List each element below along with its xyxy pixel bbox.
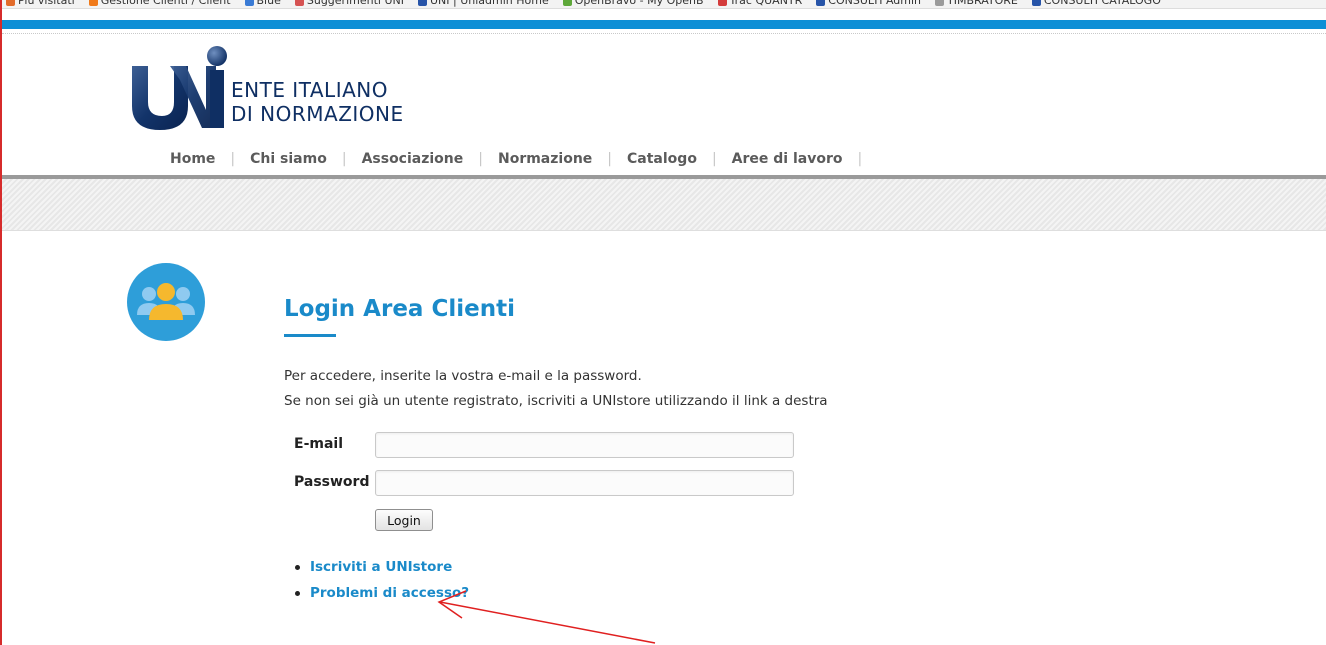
nav-item-normazione[interactable]: Normazione [498, 151, 592, 167]
link-register-label: Iscriviti a UNIstore [310, 559, 453, 575]
top-divider [2, 33, 1326, 34]
bullet [295, 591, 300, 596]
login-links: Iscriviti a UNIstore Problemi di accesso… [295, 556, 469, 608]
logo-text: ENTE ITALIANO DI NORMAZIONE [231, 78, 404, 126]
bookmark-icon [816, 0, 826, 6]
bookmark-label: Gestione Clienti / Client [100, 0, 231, 7]
nav-item-home[interactable]: Home [170, 151, 215, 167]
bookmarks-bar: Più visitati Gestione Clienti / Client Blu… [2, 0, 1326, 9]
bookmark-item[interactable]: Trac QUANTR [717, 0, 803, 7]
page-title: Login Area Clienti [284, 296, 515, 322]
site-top-bar [2, 20, 1326, 29]
email-label: E-mail [294, 436, 344, 452]
header-pattern-band [2, 179, 1326, 231]
nav-separator: | [607, 151, 613, 167]
nav-item-associazione[interactable]: Associazione [362, 151, 464, 167]
password-input[interactable] [375, 470, 794, 496]
email-input[interactable] [375, 432, 794, 458]
bookmark-item[interactable]: CONSULTI CATALOGO [1031, 0, 1161, 7]
bookmark-icon [562, 0, 572, 6]
link-access-problems-label: Problemi di accesso? [310, 585, 470, 601]
bookmark-label: UNI | Uniadmin Home [429, 0, 549, 7]
nav-separator: | [230, 151, 236, 167]
login-button[interactable]: Login [375, 509, 433, 531]
users-icon [127, 263, 205, 341]
bookmark-item[interactable]: Suggerimenti UNI [294, 0, 404, 7]
bookmark-item[interactable]: TIMBRATORE [935, 0, 1018, 7]
link-register[interactable]: Iscriviti a UNIstore [295, 556, 469, 582]
bookmark-icon [88, 0, 98, 6]
logo-line-2: DI NORMAZIONE [231, 102, 404, 126]
nav-separator: | [711, 151, 717, 167]
bookmark-icon [244, 0, 254, 6]
bookmark-icon [417, 0, 427, 6]
bookmark-label: CONSULTI CATALOGO [1043, 0, 1161, 7]
bookmark-item[interactable]: UNI | Uniadmin Home [417, 0, 549, 7]
link-access-problems[interactable]: Problemi di accesso? [295, 582, 469, 608]
bookmark-label: Blue [256, 0, 281, 7]
bookmark-item[interactable]: OpenBravo - My OpenB [562, 0, 704, 7]
bookmark-icon [1031, 0, 1041, 6]
instructions-line-1: Per accedere, inserite la vostra e-mail … [284, 368, 642, 384]
bookmark-item[interactable]: Più visitati [6, 0, 75, 7]
instructions-line-2: Se non sei già un utente registrato, isc… [284, 393, 828, 409]
bookmark-label: TIMBRATORE [947, 0, 1018, 7]
bookmark-icon [935, 0, 945, 6]
uni-logo-icon [132, 46, 227, 130]
password-label: Password [294, 474, 370, 490]
bookmark-label: CONSULTI Admin [828, 0, 922, 7]
main-nav: Home | Chi siamo | Associazione | Normazione | C… [170, 150, 877, 168]
title-underline [284, 334, 336, 337]
nav-separator: | [478, 151, 483, 167]
bookmark-icon [717, 0, 727, 6]
nav-item-aree-di-lavoro[interactable]: Aree di lavoro [732, 151, 843, 167]
logo-line-1: ENTE ITALIANO [231, 78, 388, 102]
nav-separator: | [857, 151, 863, 167]
login-instructions: Per accedere, inserite la vostra e-mail … [284, 364, 828, 414]
bookmark-icon [6, 0, 15, 6]
nav-item-catalogo[interactable]: Catalogo [627, 151, 697, 167]
bookmark-label: Più visitati [18, 0, 75, 7]
bookmark-item[interactable]: Gestione Clienti / Client [88, 0, 231, 7]
nav-separator: | [341, 151, 347, 167]
bookmark-icon [294, 0, 304, 6]
bookmark-label: Trac QUANTR [729, 0, 803, 7]
bookmark-item[interactable]: CONSULTI Admin [816, 0, 921, 7]
bookmark-label: OpenBravo - My OpenB [574, 0, 704, 7]
bookmarks-list: Più visitati Gestione Clienti / Client Blu… [6, 0, 1175, 7]
uni-logo[interactable]: ENTE ITALIANO DI NORMAZIONE [130, 44, 440, 132]
bookmark-label: Suggerimenti UNI [306, 0, 404, 7]
bullet [295, 565, 300, 570]
bookmark-item[interactable]: Blue [244, 0, 281, 7]
nav-item-chi-siamo[interactable]: Chi siamo [250, 151, 327, 167]
